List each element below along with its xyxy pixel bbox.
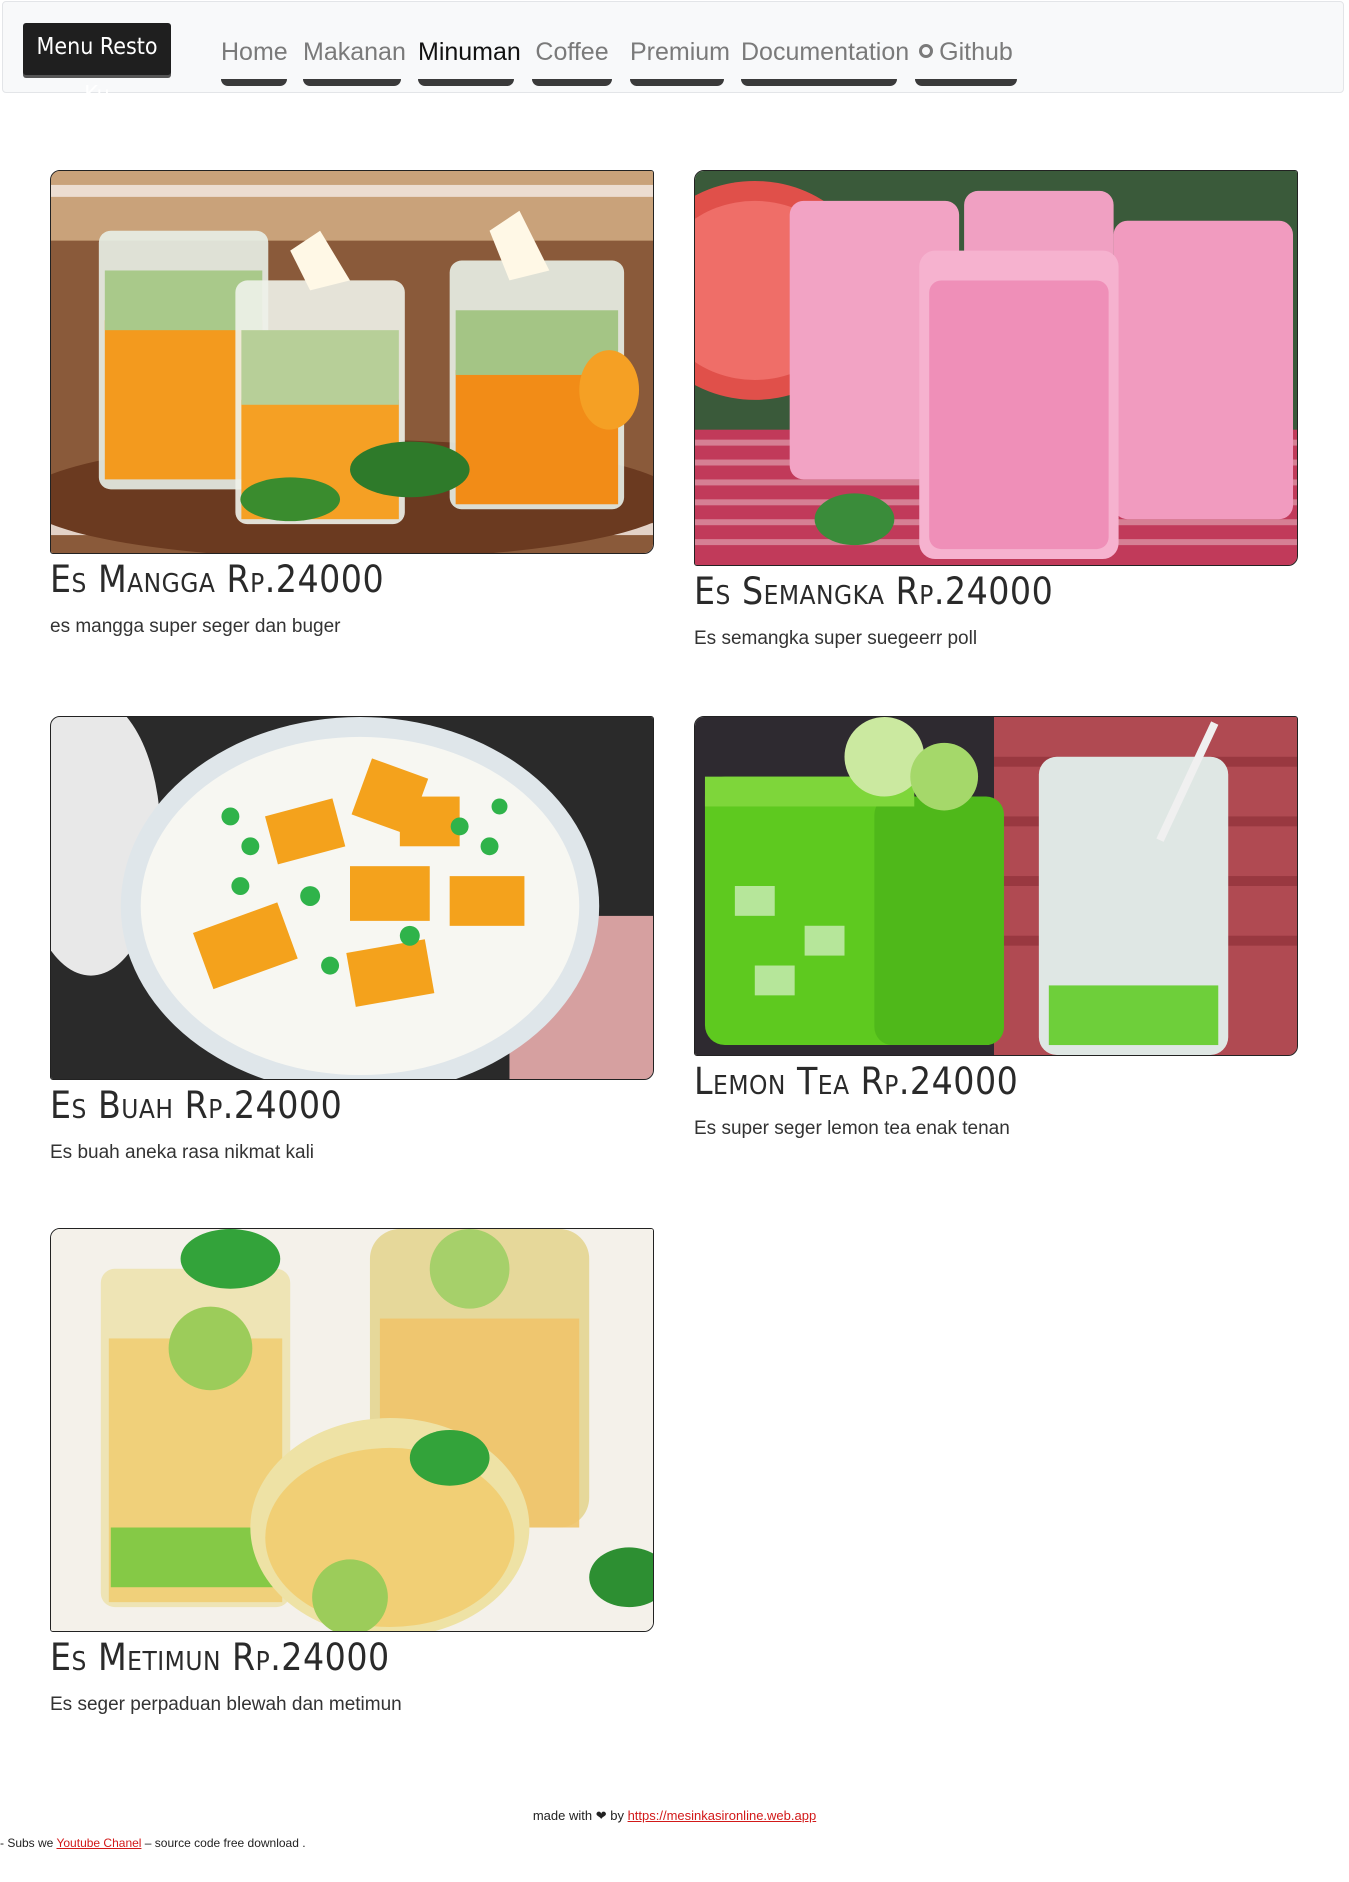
- drink-image: [694, 170, 1298, 566]
- navbar: Menu Resto Ku Home Makanan Minuman Coffe…: [2, 1, 1344, 108]
- nav-makanan-label: Makanan: [303, 38, 406, 66]
- nav-coffee-label: Coffee: [535, 38, 609, 66]
- nav-home[interactable]: Home: [221, 32, 288, 86]
- nav-documentation[interactable]: Documentation: [741, 32, 910, 86]
- card-title: Lemon Tea Rp.24000: [694, 1060, 1019, 1103]
- card-title: Es Buah Rp.24000: [50, 1084, 343, 1127]
- footer-by: by: [610, 1808, 624, 1823]
- subs-suffix: – source code free download .: [144, 1836, 306, 1850]
- youtube-channel-link[interactable]: Youtube Chanel: [56, 1836, 141, 1850]
- nav-github-label: Github: [939, 38, 1013, 66]
- drink-image: [694, 716, 1298, 1056]
- card-description: Es super seger lemon tea enak tenan: [694, 1118, 1010, 1139]
- nav-minuman[interactable]: Minuman: [418, 32, 521, 86]
- github-icon: [919, 44, 934, 59]
- brand-logo[interactable]: Menu Resto Ku: [23, 23, 171, 108]
- subscribe-note: - Subs we Youtube Chanel – source code f…: [0, 1836, 306, 1850]
- nav-makanan[interactable]: Makanan: [303, 32, 406, 86]
- drink-image: [50, 170, 654, 554]
- card-title: Es Mangga Rp.24000: [50, 558, 385, 601]
- drink-image: [50, 1228, 654, 1632]
- drink-image: [50, 716, 654, 1080]
- footer: made with ❤ by https://mesinkasironline.…: [0, 1808, 1349, 1824]
- nav-documentation-label: Documentation: [741, 38, 910, 66]
- heart-icon: ❤: [595, 1808, 607, 1823]
- nav-minuman-label: Minuman: [418, 38, 521, 66]
- card-title: Es Semangka Rp.24000: [694, 570, 1054, 613]
- nav-home-label: Home: [221, 38, 288, 66]
- card-description: Es buah aneka rasa nikmat kali: [50, 1142, 315, 1163]
- card-description: Es semangka super suegeerr poll: [694, 628, 978, 649]
- nav-coffee[interactable]: Coffee: [532, 32, 612, 86]
- subs-prefix: - Subs we: [0, 1836, 54, 1850]
- card-description: es mangga super seger dan buger: [50, 616, 341, 637]
- card-title: Es Metimun Rp.24000: [50, 1636, 390, 1679]
- nav-github[interactable]: Github: [915, 32, 1017, 86]
- card-description: Es seger perpaduan blewah dan metimun: [50, 1694, 402, 1715]
- footer-link[interactable]: https://mesinkasironline.web.app: [628, 1808, 817, 1823]
- nav-premium[interactable]: Premium: [630, 32, 731, 86]
- footer-made-with: made with: [532, 1808, 593, 1823]
- nav-premium-label: Premium: [630, 38, 731, 66]
